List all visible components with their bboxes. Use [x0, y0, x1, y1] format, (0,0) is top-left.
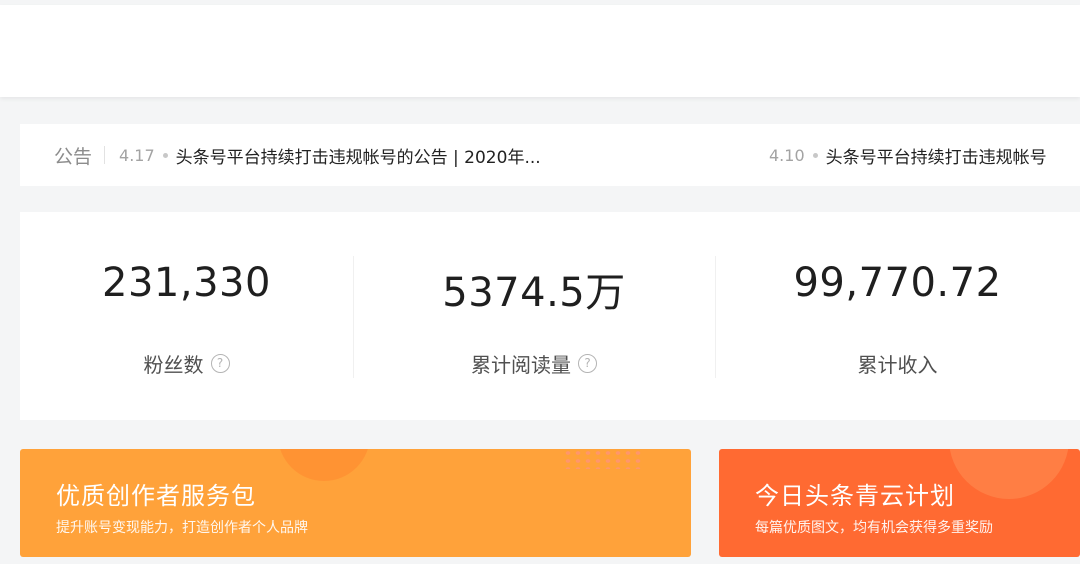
stat-label: 粉丝数 [143, 353, 204, 377]
announcement-label: 公告 [54, 145, 93, 168]
decorative-circle [949, 449, 1069, 499]
announcement-title[interactable]: 头条号平台持续打击违规帐号 [826, 143, 1047, 168]
stat-total-reads: 5374.5万 累计阅读量 ? [353, 212, 715, 420]
question-circle-icon[interactable]: ? [578, 354, 597, 373]
decorative-circle [278, 449, 370, 481]
card-title: 今日头条青云计划 [755, 482, 955, 510]
announcement-title[interactable]: 头条号平台持续打击违规帐号的公告 | 2020年... [176, 143, 541, 168]
announcement-date: 4.17 [119, 145, 155, 165]
stat-followers: 231,330 粉丝数 ? [20, 212, 353, 420]
stat-value: 5374.5万 [442, 270, 626, 316]
qingyun-plan-card[interactable]: 今日头条青云计划 每篇优质图文，均有机会获得多重奖励 [719, 449, 1080, 557]
stats-panel: 231,330 粉丝数 ? 5374.5万 累计阅读量 ? 99,770.72 … [20, 212, 1080, 420]
question-circle-icon[interactable]: ? [210, 354, 230, 373]
stat-label: 累计阅读量 [471, 353, 571, 377]
stat-value: 99,770.72 [793, 260, 1002, 306]
bullet-dot-icon [162, 152, 168, 158]
card-subtitle: 每篇优质图文，均有机会获得多重奖励 [755, 520, 993, 536]
stat-label: 累计收入 [857, 353, 938, 377]
stat-label-row: 粉丝数 ? [20, 349, 353, 378]
creator-service-card[interactable]: 优质创作者服务包 提升账号变现能力，打造创作者个人品牌 [20, 449, 691, 557]
announcement-item[interactable]: 4.17 头条号平台持续打击违规帐号的公告 | 2020年... [119, 143, 541, 168]
announcement-item[interactable]: 4.10 头条号平台持续打击违规帐号 [769, 143, 1047, 168]
announcement-bar: 公告 4.17 头条号平台持续打击违规帐号的公告 | 2020年... 4.10… [20, 124, 1080, 186]
top-header-bar [0, 5, 1080, 97]
stat-label-row: 累计阅读量 ? [353, 349, 715, 378]
bullet-dot-icon [812, 152, 818, 158]
stat-value: 231,330 [102, 260, 271, 306]
announcement-date: 4.10 [769, 145, 805, 165]
decorative-dots [563, 449, 643, 469]
stat-label-row: 累计收入 [715, 349, 1080, 378]
announcement-divider [104, 146, 106, 164]
card-title: 优质创作者服务包 [56, 482, 256, 510]
stat-total-income: 99,770.72 累计收入 [715, 212, 1080, 420]
card-subtitle: 提升账号变现能力，打造创作者个人品牌 [56, 520, 308, 536]
